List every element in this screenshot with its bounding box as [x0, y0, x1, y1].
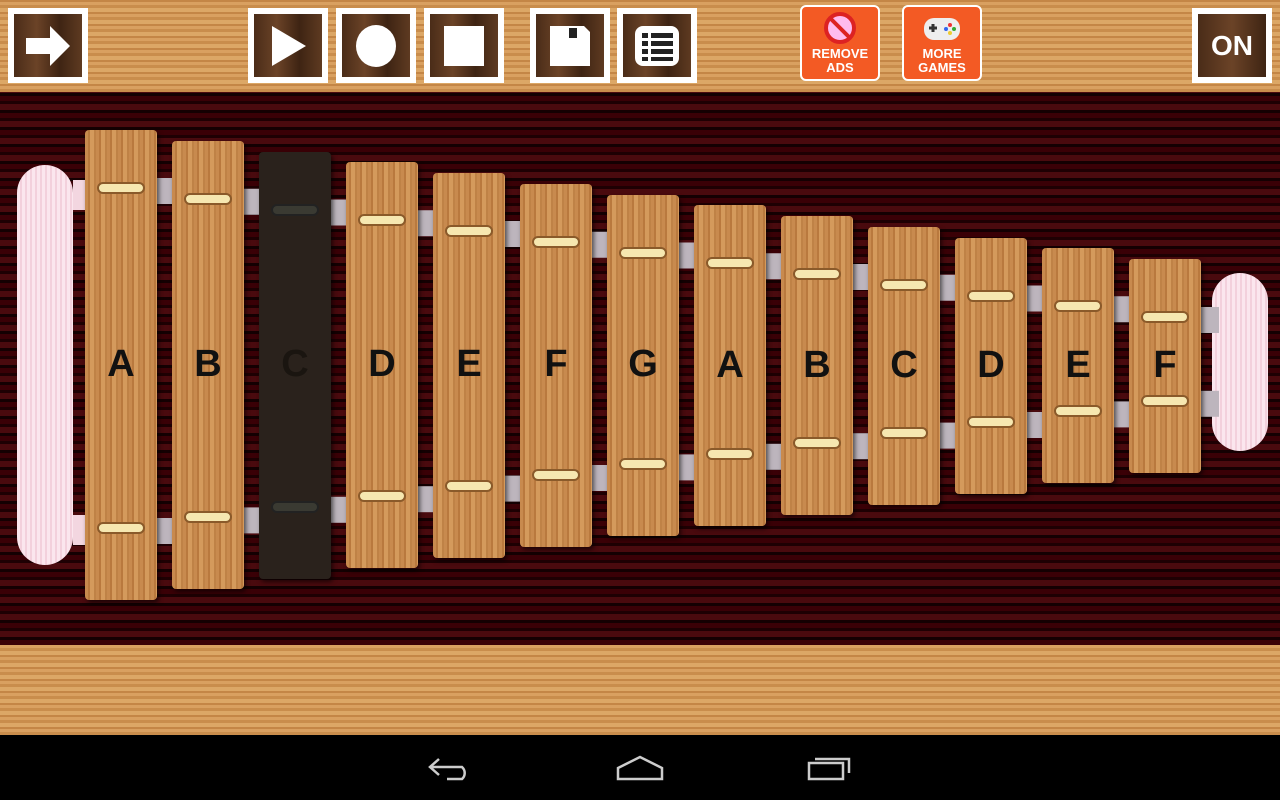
- key-label: A: [716, 343, 744, 386]
- more-games-button[interactable]: MORE GAMES: [902, 5, 982, 81]
- home-button[interactable]: [610, 748, 670, 788]
- top-peg-icon: [880, 278, 928, 291]
- key-label: F: [1153, 343, 1177, 386]
- bottom-peg-icon: [184, 511, 232, 524]
- stop-icon: [444, 25, 484, 66]
- xylophone-key-8[interactable]: B: [781, 216, 853, 516]
- key-label: F: [544, 343, 568, 386]
- xylophone-key-0[interactable]: A: [85, 130, 157, 600]
- play-icon: [272, 25, 306, 66]
- rail-segment: [1199, 307, 1219, 333]
- next-button[interactable]: [8, 8, 88, 83]
- top-peg-icon: [967, 289, 1015, 302]
- xylophone-key-12[interactable]: F: [1129, 259, 1201, 473]
- top-peg-icon: [706, 257, 754, 270]
- bottom-peg-icon: [445, 479, 493, 492]
- xylophone-key-1[interactable]: B: [172, 140, 244, 590]
- bottom-peg-icon: [967, 416, 1015, 428]
- bottom-peg-icon: [880, 426, 928, 439]
- top-peg-icon: [97, 182, 145, 194]
- key-label: B: [803, 343, 831, 386]
- top-peg-icon: [271, 203, 319, 216]
- bottom-peg-icon: [271, 500, 319, 513]
- xylophone-key-3[interactable]: D: [346, 162, 418, 569]
- bottom-peg-icon: [1141, 394, 1189, 407]
- xylophone-key-2[interactable]: C: [259, 151, 331, 579]
- bottom-peg-icon: [1054, 405, 1102, 418]
- play-button[interactable]: [248, 8, 328, 83]
- recent-apps-icon: [807, 757, 851, 780]
- xylophone-key-9[interactable]: C: [868, 226, 940, 505]
- bottom-peg-icon: [358, 490, 406, 503]
- system-navbar: [0, 735, 1280, 800]
- power-label: ON: [1198, 14, 1266, 77]
- xylophone-key-5[interactable]: F: [520, 183, 592, 547]
- top-peg-icon: [445, 225, 493, 237]
- bottom-peg-icon: [97, 522, 145, 534]
- more-games-line2: GAMES: [918, 60, 966, 75]
- record-icon: [356, 24, 396, 67]
- key-label: A: [107, 343, 135, 385]
- top-peg-icon: [1054, 300, 1102, 313]
- xylophone-key-4[interactable]: E: [433, 173, 505, 558]
- list-button[interactable]: [617, 8, 697, 83]
- gamepad-icon: [924, 18, 960, 40]
- xylophone-key-7[interactable]: A: [694, 205, 766, 526]
- back-button[interactable]: [420, 748, 480, 788]
- key-label: C: [890, 343, 918, 386]
- key-label: G: [628, 343, 658, 386]
- xylophone-key-11[interactable]: E: [1042, 248, 1114, 484]
- key-label: B: [194, 343, 222, 386]
- top-peg-icon: [184, 192, 232, 205]
- bottom-peg-icon: [793, 437, 841, 450]
- recent-apps-button[interactable]: [800, 748, 860, 788]
- top-peg-icon: [619, 246, 667, 259]
- rail-segment: [1199, 390, 1219, 417]
- bottom-peg-icon: [532, 469, 580, 481]
- xylophone-key-6[interactable]: G: [607, 194, 679, 537]
- bottom-panel: [0, 645, 1280, 735]
- bottom-peg-icon: [619, 458, 667, 471]
- remove-ads-button[interactable]: REMOVE ADS: [800, 5, 880, 81]
- remove-ads-line2: ADS: [826, 60, 854, 75]
- top-peg-icon: [1141, 311, 1189, 323]
- key-label: D: [977, 343, 1005, 386]
- back-icon: [428, 757, 466, 780]
- more-games-line1: MORE: [922, 46, 962, 61]
- power-toggle[interactable]: ON: [1192, 8, 1272, 83]
- floppy-disk-icon: [550, 25, 590, 66]
- top-peg-icon: [358, 214, 406, 227]
- remove-ads-line1: REMOVE: [811, 46, 869, 61]
- stop-button[interactable]: [424, 8, 504, 83]
- key-label: C: [281, 343, 309, 386]
- list-icon: [635, 25, 679, 66]
- xylophone-key-10[interactable]: D: [955, 237, 1027, 494]
- top-peg-icon: [532, 235, 580, 248]
- save-button[interactable]: [530, 8, 610, 83]
- arrow-right-icon: [26, 25, 70, 66]
- key-label: E: [456, 343, 482, 386]
- top-peg-icon: [793, 268, 841, 280]
- bottom-peg-icon: [706, 447, 754, 460]
- xylophone: ABCDEFGABCDEF: [0, 92, 1280, 645]
- key-label: E: [1065, 343, 1091, 386]
- no-ads-icon: [824, 12, 856, 44]
- key-label: D: [368, 343, 396, 386]
- record-button[interactable]: [336, 8, 416, 83]
- home-icon: [616, 755, 664, 780]
